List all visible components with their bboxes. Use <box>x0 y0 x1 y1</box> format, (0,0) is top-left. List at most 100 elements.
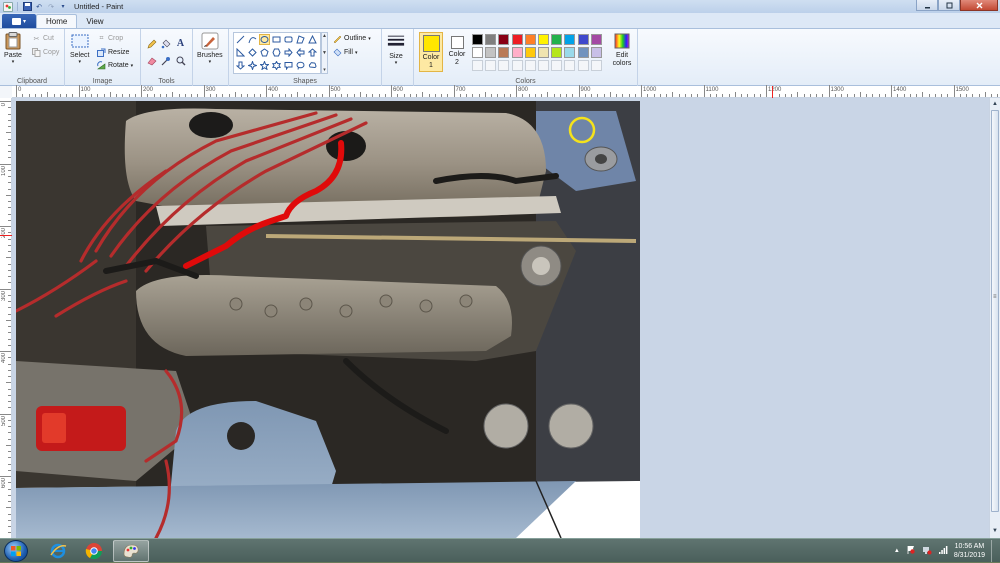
six-point-star-shape-icon[interactable] <box>271 60 282 71</box>
taskbar-internet-explorer[interactable] <box>40 540 76 562</box>
network-alert-icon[interactable] <box>922 545 932 557</box>
palette-swatch[interactable] <box>485 47 497 58</box>
scrollbar-thumb[interactable] <box>991 110 999 512</box>
tab-view[interactable]: View <box>77 14 112 28</box>
custom-color-slot[interactable] <box>577 60 589 71</box>
canvas-workspace[interactable] <box>12 98 989 538</box>
oval-shape-icon[interactable] <box>259 34 270 45</box>
palette-swatch[interactable] <box>538 47 549 58</box>
palette-swatch[interactable] <box>577 34 589 45</box>
right-arrow-shape-icon[interactable] <box>283 47 294 58</box>
magnifier-icon[interactable] <box>175 55 186 66</box>
tab-home[interactable]: Home <box>36 14 78 28</box>
palette-swatch[interactable] <box>551 34 563 45</box>
left-arrow-shape-icon[interactable] <box>295 47 306 58</box>
line-shape-icon[interactable] <box>235 34 246 45</box>
custom-color-slot[interactable] <box>485 60 497 71</box>
triangle-shape-icon[interactable] <box>307 34 318 45</box>
show-hidden-icons-icon[interactable]: ▲ <box>894 548 900 554</box>
file-menu-button[interactable]: ▾ <box>2 14 36 28</box>
taskbar-chrome[interactable] <box>76 540 112 562</box>
system-clock[interactable]: 10:56 AM 8/31/2019 <box>954 542 985 560</box>
palette-swatch[interactable] <box>498 47 510 58</box>
cut-button[interactable]: ✂ Cut <box>32 34 54 43</box>
diamond-shape-icon[interactable] <box>247 47 258 58</box>
custom-color-slot[interactable] <box>524 60 536 71</box>
outline-button[interactable]: Outline ▾ <box>333 34 371 43</box>
curve-shape-icon[interactable] <box>247 34 258 45</box>
signal-strength-icon[interactable] <box>938 545 948 557</box>
customize-qat-icon[interactable]: ▾ <box>58 2 68 12</box>
palette-swatch[interactable] <box>472 47 483 58</box>
scroll-up-icon[interactable]: ▲ <box>990 99 1000 109</box>
action-center-flag-icon[interactable] <box>906 545 916 557</box>
taskbar-paint[interactable] <box>113 540 149 562</box>
up-arrow-shape-icon[interactable] <box>307 47 318 58</box>
undo-icon[interactable]: ↶ <box>34 2 44 12</box>
maximize-button[interactable] <box>938 0 960 11</box>
down-arrow-shape-icon[interactable] <box>235 60 246 71</box>
edit-colors-button[interactable]: Edit colors <box>610 32 634 68</box>
hexagon-shape-icon[interactable] <box>271 47 282 58</box>
palette-swatch[interactable] <box>551 47 563 58</box>
crop-button[interactable]: ⌗ Crop <box>97 34 124 43</box>
color2-button[interactable]: Color 2 <box>445 32 469 72</box>
fill-button[interactable]: Fill ▾ <box>333 48 357 57</box>
resize-button[interactable]: Resize <box>97 48 129 57</box>
palette-swatch[interactable] <box>511 34 523 45</box>
vertical-scrollbar[interactable]: ▲ ≡ ▼ <box>989 98 1000 538</box>
right-triangle-shape-icon[interactable] <box>235 47 246 58</box>
rounded-rectangle-shape-icon[interactable] <box>283 34 294 45</box>
four-point-star-shape-icon[interactable] <box>247 60 258 71</box>
size-button[interactable]: Size ▾ <box>387 33 405 66</box>
custom-color-slot[interactable] <box>564 60 576 71</box>
custom-color-slot[interactable] <box>511 60 523 71</box>
scroll-down-icon[interactable]: ▼ <box>990 526 1000 536</box>
palette-swatch[interactable] <box>524 47 536 58</box>
shapes-expand-icon[interactable]: ▾ <box>323 67 326 73</box>
palette-swatch[interactable] <box>538 34 549 45</box>
shapes-scroll-down-icon[interactable]: ▼ <box>322 50 327 56</box>
copy-button[interactable]: Copy <box>32 48 59 57</box>
shapes-scroller[interactable]: ▲ ▼ ▾ <box>321 32 328 74</box>
palette-swatch[interactable] <box>524 34 536 45</box>
fill-bucket-icon[interactable] <box>160 38 171 49</box>
paint-app-icon[interactable] <box>3 1 13 12</box>
palette-swatch[interactable] <box>498 34 510 45</box>
close-button[interactable] <box>960 0 998 11</box>
cloud-callout-shape-icon[interactable] <box>307 60 318 71</box>
show-desktop-button[interactable] <box>991 540 996 562</box>
palette-swatch[interactable] <box>564 47 576 58</box>
custom-color-slot[interactable] <box>538 60 549 71</box>
minimize-button[interactable] <box>916 0 938 11</box>
rectangle-shape-icon[interactable] <box>271 34 282 45</box>
start-button[interactable] <box>4 540 28 562</box>
palette-swatch[interactable] <box>564 34 576 45</box>
custom-color-slot[interactable] <box>551 60 563 71</box>
rounded-callout-shape-icon[interactable] <box>283 60 294 71</box>
palette-swatch[interactable] <box>511 47 523 58</box>
five-point-star-shape-icon[interactable] <box>259 60 270 71</box>
pentagon-shape-icon[interactable] <box>259 47 270 58</box>
paste-button[interactable]: Paste ▾ <box>4 32 22 65</box>
shapes-scroll-up-icon[interactable]: ▲ <box>322 33 327 39</box>
pencil-icon[interactable] <box>146 38 157 49</box>
save-icon[interactable] <box>22 2 32 12</box>
text-tool-icon[interactable]: A <box>175 38 186 49</box>
canvas-image[interactable] <box>16 101 640 538</box>
brushes-button[interactable]: Brushes ▾ <box>197 32 223 65</box>
palette-swatch[interactable] <box>485 34 497 45</box>
polygon-shape-icon[interactable] <box>295 34 306 45</box>
color-picker-icon[interactable] <box>160 55 171 66</box>
eraser-icon[interactable] <box>146 55 157 66</box>
custom-color-slot[interactable] <box>590 60 602 71</box>
palette-swatch[interactable] <box>590 47 602 58</box>
custom-color-slot[interactable] <box>472 60 483 71</box>
color1-button[interactable]: Color 1 <box>419 32 443 72</box>
custom-color-slot[interactable] <box>498 60 510 71</box>
redo-icon[interactable]: ↷ <box>46 2 56 12</box>
oval-callout-shape-icon[interactable] <box>295 60 306 71</box>
palette-swatch[interactable] <box>472 34 483 45</box>
palette-swatch[interactable] <box>577 47 589 58</box>
rotate-button[interactable]: Rotate ▾ <box>97 61 133 70</box>
